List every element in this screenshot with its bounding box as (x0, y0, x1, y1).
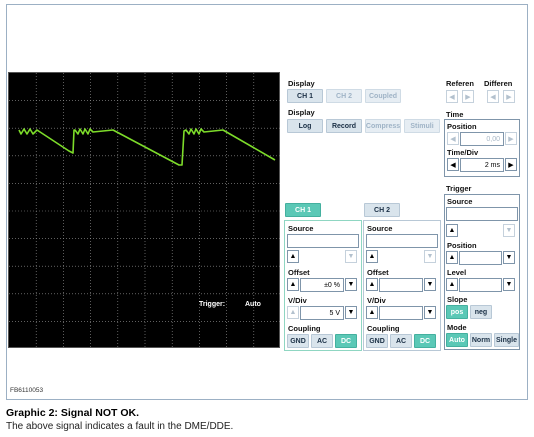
diff-left-arrow-icon[interactable]: ◀ (487, 90, 499, 103)
tab-ch1[interactable]: CH 1 (285, 203, 321, 217)
ch2-source-label: Source (367, 224, 393, 233)
ch2-offset-label: Offset (367, 268, 389, 277)
trigger-level-up-icon[interactable]: ▲ (446, 278, 458, 291)
ch1-vdiv-label: V/Div (288, 296, 307, 305)
ch2-ac-button[interactable]: AC (390, 334, 412, 348)
diff-right-arrow-icon[interactable]: ▶ (503, 90, 515, 103)
ch1-coupling-label: Coupling (288, 324, 321, 333)
trigger-level-field[interactable] (459, 278, 502, 292)
display-coupled-button[interactable]: Coupled (365, 89, 401, 103)
trigger-label: Trigger: (199, 301, 226, 308)
ch1-dc-button[interactable]: DC (335, 334, 357, 348)
timediv-right-icon[interactable]: ▶ (505, 158, 517, 171)
ref-right-arrow-icon[interactable]: ▶ (462, 90, 474, 103)
trigger-position-field[interactable] (459, 251, 502, 265)
display-ch2-button[interactable]: CH 2 (326, 89, 362, 103)
ch2-offset-field[interactable] (379, 278, 423, 292)
mode-single-button[interactable]: Single (494, 333, 519, 347)
stimuli-button[interactable]: Stimuli (404, 119, 440, 133)
log-button[interactable]: Log (287, 119, 323, 133)
ch1-gnd-button[interactable]: GND (287, 334, 309, 348)
scope-grid-and-trace (9, 73, 281, 349)
ch1-offset-label: Offset (288, 268, 310, 277)
trigger-level-label: Level (447, 268, 467, 277)
compress-button[interactable]: Compress (365, 119, 401, 133)
ch1-source-up-icon[interactable]: ▲ (287, 250, 299, 263)
referen-label: Referen (446, 79, 474, 88)
ch1-offset-up-icon[interactable]: ▲ (287, 278, 299, 291)
caption-text: The above signal indicates a fault in th… (6, 421, 234, 432)
ch2-vdiv-down-icon[interactable]: ▼ (424, 306, 436, 319)
ch2-offset-down-icon[interactable]: ▼ (424, 278, 436, 291)
trigger-mode-value: Auto (245, 301, 261, 308)
ch1-source-field[interactable] (287, 234, 359, 248)
ch2-coupling-label: Coupling (367, 324, 400, 333)
ch2-source-down-icon[interactable]: ▼ (424, 250, 436, 263)
slope-label: Slope (447, 295, 468, 304)
slope-pos-button[interactable]: pos (446, 305, 468, 319)
timediv-label: Time/Div (447, 148, 479, 157)
ch1-vdiv-up-icon[interactable]: ▲ (287, 306, 299, 319)
timediv-left-icon[interactable]: ◀ (447, 158, 459, 171)
ch1-vdiv-down-icon[interactable]: ▼ (345, 306, 357, 319)
trigger-source-label: Source (447, 197, 473, 206)
mode-norm-button[interactable]: Norm (470, 333, 492, 347)
ch1-source-label: Source (288, 224, 314, 233)
record-button[interactable]: Record (326, 119, 362, 133)
display-title-2: Display (288, 108, 315, 117)
timediv-field[interactable]: 2 ms (460, 158, 504, 172)
trigger-position-down-icon[interactable]: ▼ (503, 251, 515, 264)
ch2-source-up-icon[interactable]: ▲ (366, 250, 378, 263)
ch1-signal-trace (18, 128, 276, 166)
trigger-source-down-icon[interactable]: ▼ (503, 224, 515, 237)
ch1-source-down-icon[interactable]: ▼ (345, 250, 357, 263)
ref-left-arrow-icon[interactable]: ◀ (446, 90, 458, 103)
trigger-source-field[interactable] (446, 207, 518, 221)
slope-neg-button[interactable]: neg (470, 305, 492, 319)
ch1-offset-down-icon[interactable]: ▼ (345, 278, 357, 291)
time-position-left-icon[interactable]: ◀ (447, 132, 459, 145)
tab-ch2[interactable]: CH 2 (364, 203, 400, 217)
ch1-ac-button[interactable]: AC (311, 334, 333, 348)
trigger-source-up-icon[interactable]: ▲ (446, 224, 458, 237)
display-title: Display (288, 79, 315, 88)
ch2-dc-button[interactable]: DC (414, 334, 436, 348)
mode-label: Mode (447, 323, 467, 332)
caption-title: Graphic 2: Signal NOT OK. (6, 407, 140, 419)
trigger-position-label: Position (447, 241, 477, 250)
ch2-vdiv-up-icon[interactable]: ▲ (366, 306, 378, 319)
ch1-offset-field[interactable]: ±0 % (300, 278, 344, 292)
ch1-vdiv-field[interactable]: 5 V (300, 306, 344, 320)
time-title: Time (446, 110, 464, 119)
ch2-vdiv-field[interactable] (379, 306, 423, 320)
ch2-gnd-button[interactable]: GND (366, 334, 388, 348)
time-position-label: Position (447, 122, 477, 131)
differen-label: Differen (484, 79, 513, 88)
ch2-source-field[interactable] (366, 234, 438, 248)
ch2-offset-up-icon[interactable]: ▲ (366, 278, 378, 291)
time-position-field[interactable]: 0,00 (460, 132, 504, 146)
figure-reference: FB6110053 (10, 387, 44, 394)
trigger-position-up-icon[interactable]: ▲ (446, 251, 458, 264)
mode-auto-button[interactable]: Auto (446, 333, 468, 347)
trigger-level-down-icon[interactable]: ▼ (503, 278, 515, 291)
display-ch1-button[interactable]: CH 1 (287, 89, 323, 103)
time-position-right-icon[interactable]: ▶ (505, 132, 517, 145)
scope-screen: Trigger: Auto (8, 72, 281, 349)
trigger-title: Trigger (446, 184, 472, 193)
ch2-vdiv-label: V/Div (367, 296, 386, 305)
